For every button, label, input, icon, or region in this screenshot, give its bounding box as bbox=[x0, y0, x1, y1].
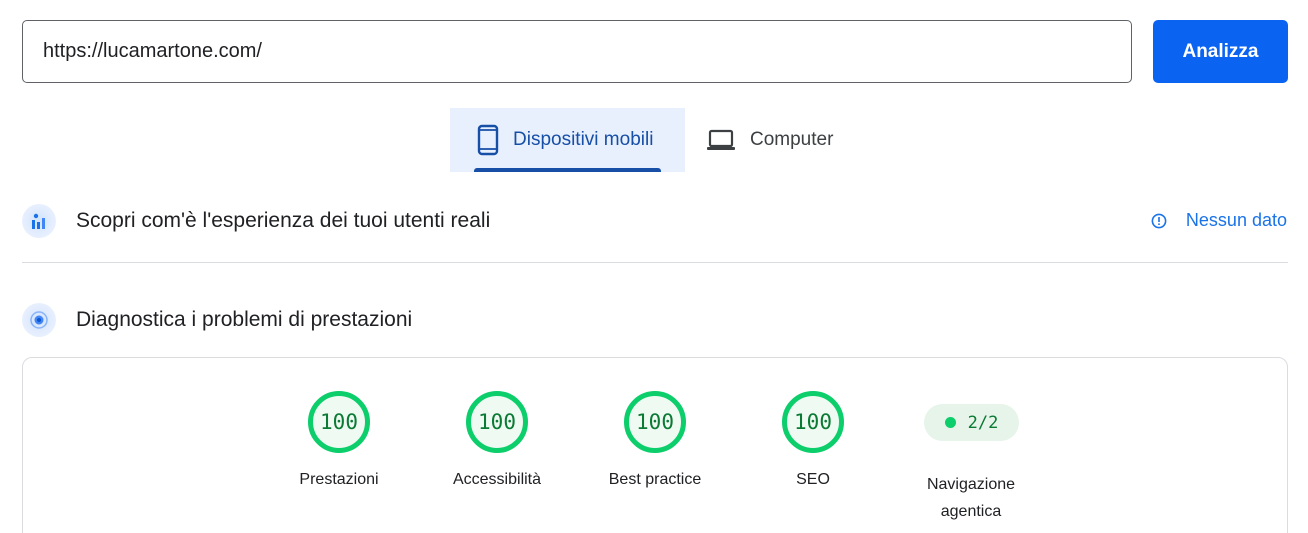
info-icon bbox=[1151, 213, 1167, 229]
user-experience-icon bbox=[22, 204, 56, 238]
accessibility-score-gauge[interactable]: 100 bbox=[465, 390, 529, 454]
seo-score: 100 bbox=[794, 410, 832, 434]
no-data-label: Nessun dato bbox=[1185, 210, 1287, 230]
tab-computer[interactable]: Computer bbox=[706, 108, 856, 172]
best-practices-score: 100 bbox=[636, 410, 674, 434]
agentic-navigation-badge[interactable]: 2/2 bbox=[924, 404, 1019, 441]
diagnostics-title: Diagnostica i problemi di prestazioni bbox=[76, 308, 413, 331]
real-users-section: Scopri com'è l'esperienza dei tuoi utent… bbox=[22, 204, 490, 238]
seo-label: SEO bbox=[796, 471, 830, 488]
accessibility-score: 100 bbox=[478, 410, 516, 434]
section-divider bbox=[22, 262, 1288, 263]
diagnostics-section: Diagnostica i problemi di prestazioni bbox=[22, 303, 412, 337]
agentic-navigation-score: 2/2 bbox=[967, 412, 999, 433]
tab-computer-label: Computer bbox=[750, 129, 834, 150]
tab-mobile-devices[interactable]: Dispositivi mobili bbox=[450, 108, 685, 172]
best-practices-score-gauge[interactable]: 100 bbox=[623, 390, 687, 454]
accessibility-label: Accessibilità bbox=[452, 471, 542, 488]
agentic-label-line1: Navigazione bbox=[926, 476, 1016, 493]
tab-mobile-label: Dispositivi mobili bbox=[513, 129, 654, 150]
performance-score-gauge[interactable]: 100 bbox=[307, 390, 371, 454]
analyze-button[interactable]: Analizza bbox=[1153, 20, 1288, 83]
diagnostics-icon bbox=[22, 303, 56, 337]
agentic-label-line2: agentica bbox=[940, 503, 1002, 520]
real-users-title: Scopri com'è l'esperienza dei tuoi utent… bbox=[76, 209, 491, 232]
best-practices-label: Best practice bbox=[608, 471, 702, 488]
smartphone-icon bbox=[477, 124, 499, 156]
pass-dot-icon bbox=[944, 417, 956, 428]
url-input[interactable] bbox=[22, 20, 1132, 83]
tab-active-indicator bbox=[474, 168, 661, 172]
agentic-navigation-label: Navigazione agentica bbox=[911, 471, 1031, 525]
performance-label: Prestazioni bbox=[299, 471, 379, 488]
seo-score-gauge[interactable]: 100 bbox=[781, 390, 845, 454]
performance-score: 100 bbox=[320, 410, 358, 434]
laptop-icon bbox=[706, 128, 736, 152]
no-data-link[interactable]: Nessun dato bbox=[1151, 210, 1287, 231]
